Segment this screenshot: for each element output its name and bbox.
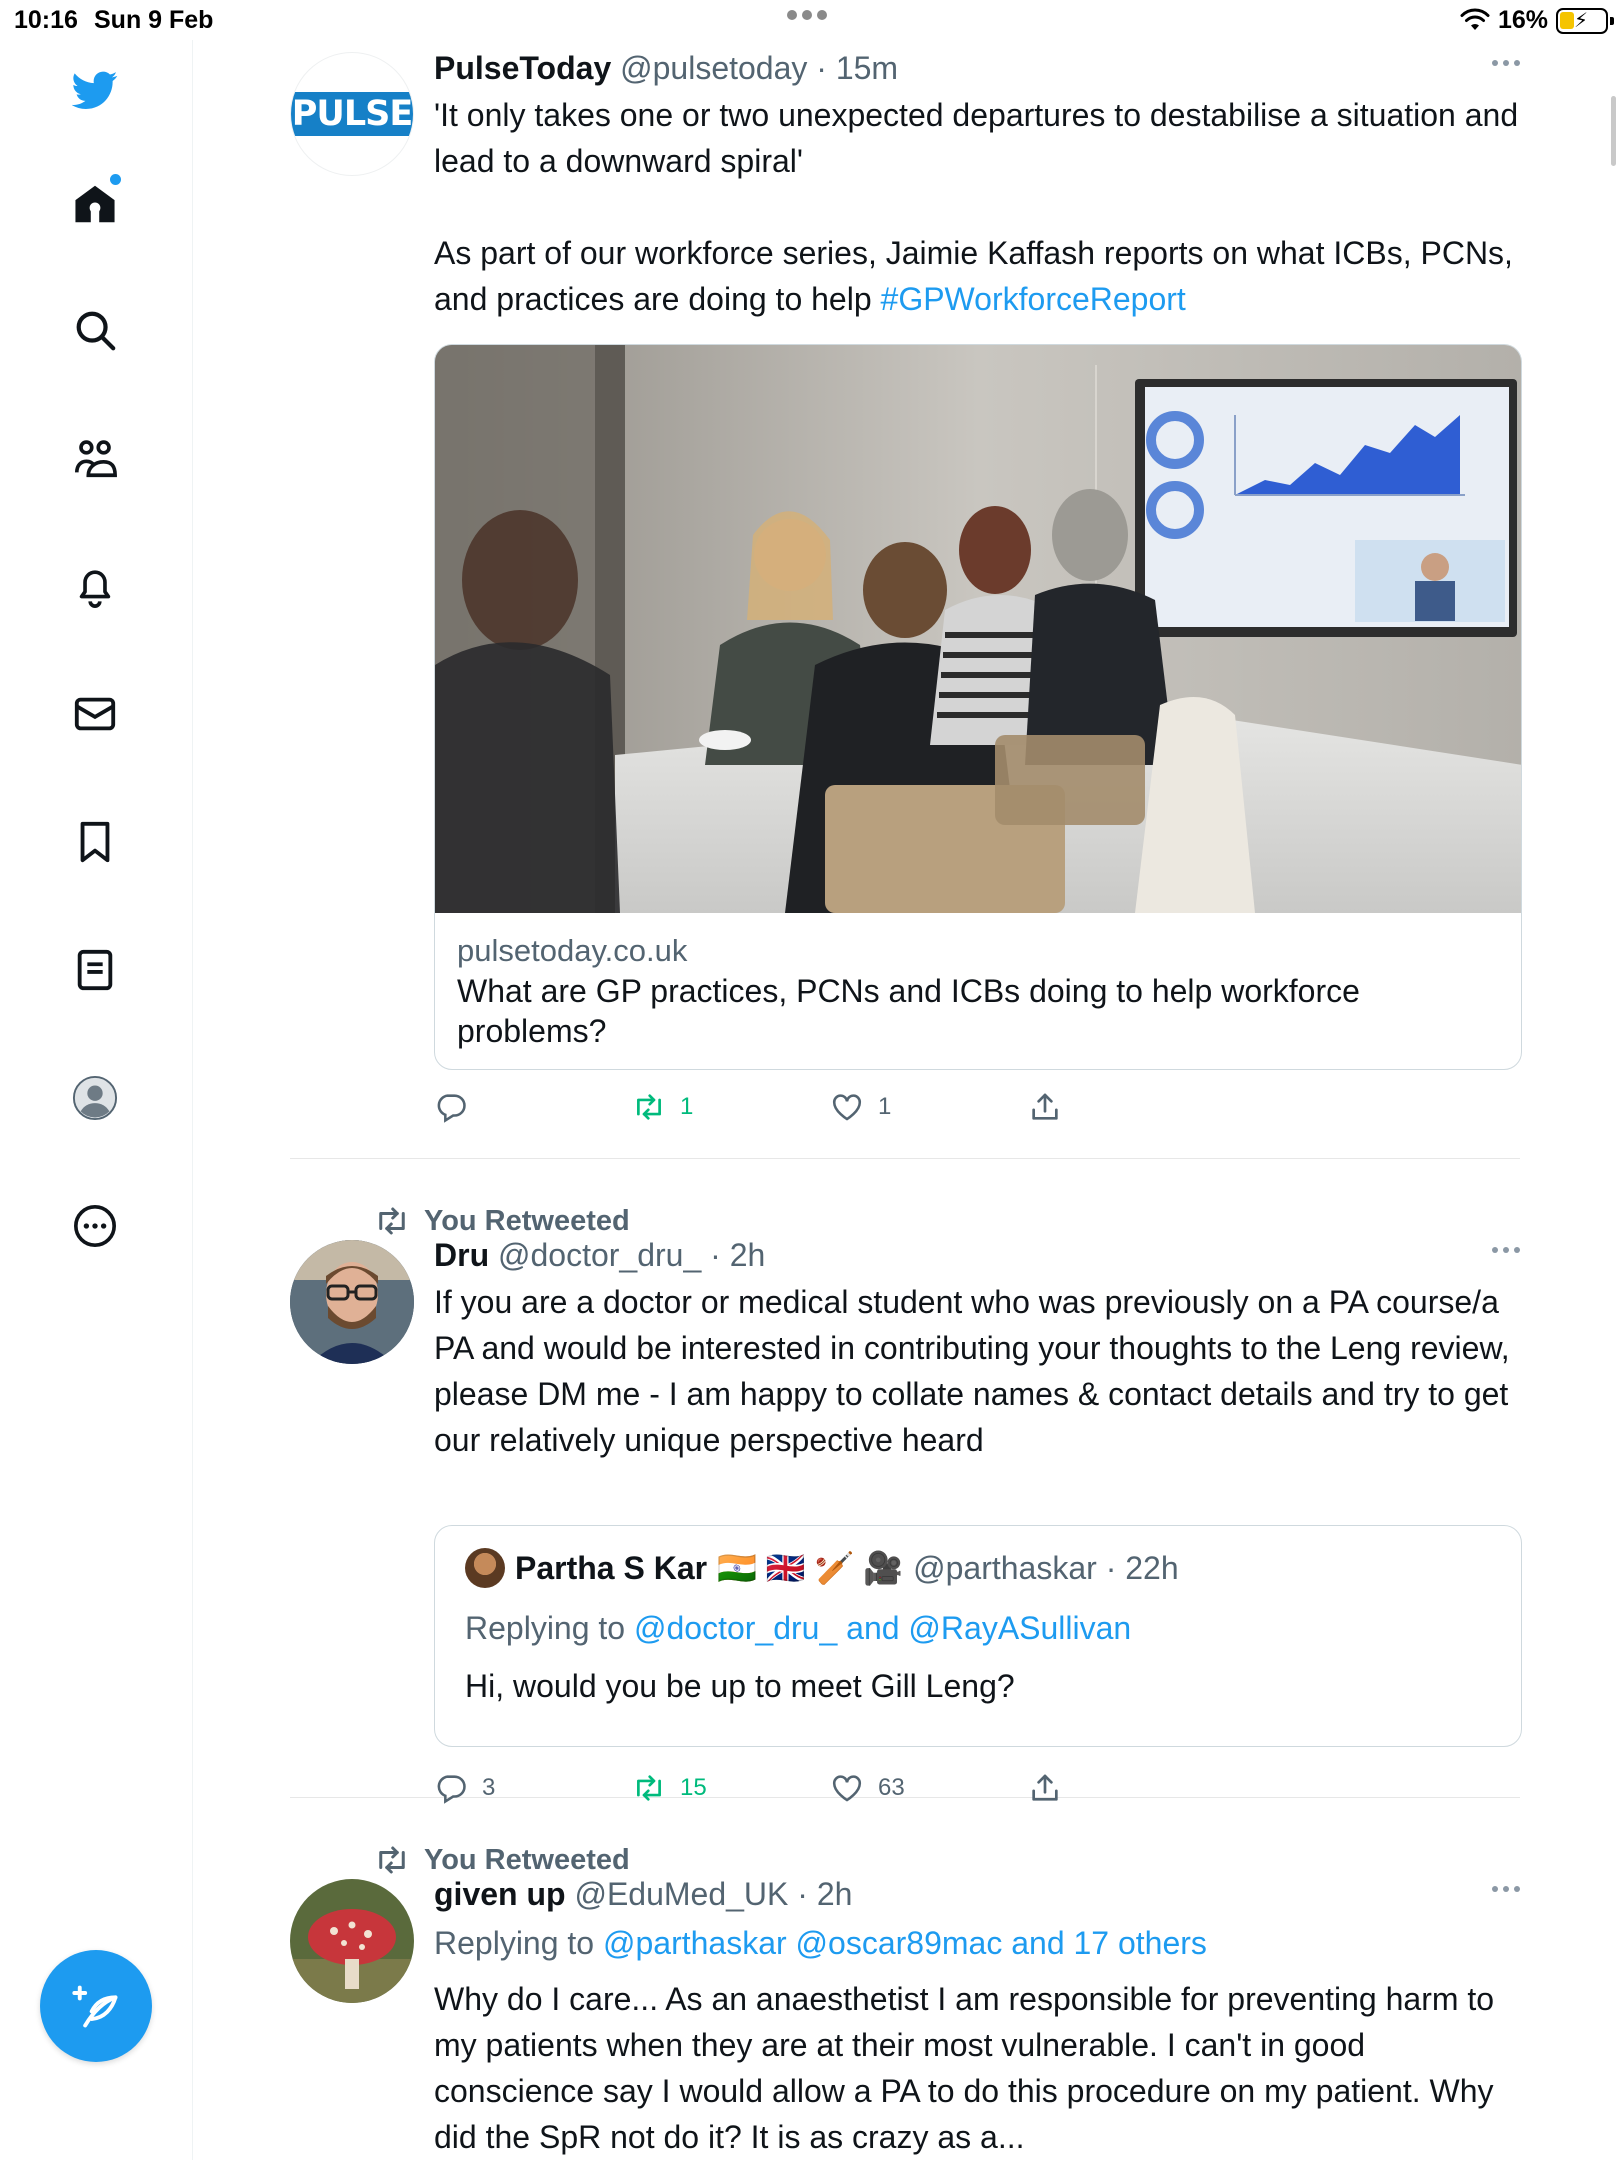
tweet-header: PulseToday @pulsetoday · 15m xyxy=(434,48,1520,88)
author-handle-time[interactable]: @pulsetoday · 15m xyxy=(620,50,898,86)
link-card-image xyxy=(435,345,1521,913)
tweet-content: Dru @doctor_dru_ · 2h If you are a docto… xyxy=(434,1235,1520,1463)
tweet-actions: 1 1 xyxy=(434,1090,1074,1130)
tweet-text-paragraph: As part of our workforce series, Jaimie … xyxy=(434,230,1520,322)
link-card[interactable]: pulsetoday.co.uk What are GP practices, … xyxy=(434,344,1522,1070)
link-card-body: pulsetoday.co.uk What are GP practices, … xyxy=(435,913,1521,1069)
avatar-image xyxy=(290,1879,414,2003)
replying-to-prefix: Replying to xyxy=(434,1925,603,1961)
tweet-text: If you are a doctor or medical student w… xyxy=(434,1284,1510,1458)
author-handle-time[interactable]: @doctor_dru_ · 2h xyxy=(498,1237,765,1273)
retweet-context: You Retweeted xyxy=(374,1842,630,1878)
retweet-context-icon xyxy=(379,1207,405,1235)
profile-icon[interactable] xyxy=(67,1070,123,1126)
link-card-domain: pulsetoday.co.uk xyxy=(457,933,688,968)
avatar[interactable] xyxy=(290,1879,414,2003)
tweet[interactable]: You Retweeted Dru @doctor_dru_ · 2h If y… xyxy=(290,1159,1522,1804)
replying-to-users[interactable]: @doctor_dru_ and @RayASullivan xyxy=(634,1610,1131,1646)
compose-button[interactable] xyxy=(40,1950,152,2062)
tweet-text: 'It only takes one or two unexpected dep… xyxy=(434,92,1520,322)
more-icon[interactable] xyxy=(67,1198,123,1254)
status-time: 10:16 xyxy=(14,6,78,34)
bookmarks-icon[interactable] xyxy=(67,814,123,870)
retweet-button[interactable]: 1 xyxy=(632,1090,693,1124)
notifications-icon[interactable] xyxy=(67,558,123,614)
pulse-logo-text: PULSE xyxy=(291,94,413,134)
status-date: Sun 9 Feb xyxy=(94,6,214,34)
quoted-author-handle-time[interactable]: @parthaskar · 22h xyxy=(913,1548,1179,1588)
twitter-logo-icon[interactable] xyxy=(67,62,123,118)
author-name[interactable]: Dru xyxy=(434,1237,489,1273)
replying-to: Replying to @parthaskar @oscar89mac and … xyxy=(434,1920,1520,1966)
author-name[interactable]: PulseToday xyxy=(434,50,611,86)
retweet-context-label: You Retweeted xyxy=(424,1204,630,1237)
author-handle-time[interactable]: @EduMed_UK · 2h xyxy=(574,1876,852,1912)
tweet-content: given up @EduMed_UK · 2h Replying to @pa… xyxy=(434,1874,1520,2160)
quoted-replying-to: Replying to @doctor_dru_ and @RayASulliv… xyxy=(465,1606,1491,1650)
quoted-tweet[interactable]: Partha S Kar 🇮🇳 🇬🇧 🏏 🎥 @parthaskar · 22h… xyxy=(434,1525,1522,1747)
quoted-avatar[interactable] xyxy=(465,1548,505,1588)
compose-icon xyxy=(72,1985,118,2028)
more-options-icon[interactable] xyxy=(1492,60,1520,66)
reply-icon xyxy=(437,1094,466,1123)
retweet-context: You Retweeted xyxy=(374,1203,630,1239)
tweet-text: Why do I care... As an anaesthetist I am… xyxy=(434,1981,1495,2155)
tweet-text-paragraph: 'It only takes one or two unexpected dep… xyxy=(434,97,1519,179)
quoted-tweet-header: Partha S Kar 🇮🇳 🇬🇧 🏏 🎥 @parthaskar · 22h xyxy=(465,1548,1491,1588)
battery-icon: ⚡ xyxy=(1556,8,1614,34)
tweet-header: given up @EduMed_UK · 2h xyxy=(434,1874,1520,1914)
tweet[interactable]: PULSE PulseToday @pulsetoday · 15m 'It o… xyxy=(290,40,1522,1159)
share-button[interactable] xyxy=(1028,1090,1062,1124)
sidebar-nav xyxy=(0,40,193,2160)
retweet-icon xyxy=(637,1094,661,1120)
wifi-icon xyxy=(1460,8,1490,30)
lists-icon[interactable] xyxy=(67,942,123,998)
share-icon xyxy=(1032,1093,1058,1120)
heart-icon xyxy=(832,1094,862,1121)
home-icon[interactable] xyxy=(67,174,123,232)
more-options-icon[interactable] xyxy=(1492,1886,1520,1892)
hashtag-link[interactable]: #GPWorkforceReport xyxy=(881,281,1186,317)
timeline: PULSE PulseToday @pulsetoday · 15m 'It o… xyxy=(193,40,1620,2160)
tweet-header: Dru @doctor_dru_ · 2h xyxy=(434,1235,1520,1275)
author-name[interactable]: given up xyxy=(434,1876,566,1912)
communities-icon[interactable] xyxy=(67,430,123,486)
retweet-context-icon xyxy=(379,1846,405,1874)
quoted-author-name[interactable]: Partha S Kar xyxy=(515,1548,707,1588)
search-icon[interactable] xyxy=(67,302,123,358)
quoted-tweet-text: Hi, would you be up to meet Gill Leng? xyxy=(465,1668,1015,1704)
tweet-content: PulseToday @pulsetoday · 15m 'It only ta… xyxy=(434,48,1520,322)
link-card-title: What are GP practices, PCNs and ICBs doi… xyxy=(457,973,1360,1049)
avatar-image xyxy=(290,1240,414,1364)
replying-to-prefix: Replying to xyxy=(465,1610,634,1646)
messages-icon[interactable] xyxy=(67,686,123,742)
quoted-author-emojis: 🇮🇳 🇬🇧 🏏 🎥 xyxy=(717,1550,904,1586)
retweet-context-label: You Retweeted xyxy=(424,1843,630,1876)
avatar[interactable] xyxy=(290,1240,414,1364)
battery-percent: 16% xyxy=(1498,6,1549,34)
avatar[interactable]: PULSE xyxy=(290,52,414,176)
reply-button[interactable] xyxy=(434,1090,482,1124)
more-options-icon[interactable] xyxy=(1492,1247,1520,1253)
multitasking-dots-icon[interactable] xyxy=(787,10,827,20)
like-count: 1 xyxy=(878,1093,892,1120)
retweet-count: 1 xyxy=(680,1093,694,1120)
meeting-photo xyxy=(435,345,1521,913)
pulse-logo: PULSE xyxy=(291,92,413,136)
home-unread-dot xyxy=(110,174,121,185)
tweet[interactable]: You Retweeted given up @EduMed_UK · 2h R… xyxy=(290,1798,1520,2160)
status-bar: 10:16 Sun 9 Feb 16% ⚡ xyxy=(0,0,1620,40)
replying-to-users[interactable]: @parthaskar @oscar89mac and 17 others xyxy=(603,1925,1207,1961)
like-button[interactable]: 1 xyxy=(830,1090,891,1124)
